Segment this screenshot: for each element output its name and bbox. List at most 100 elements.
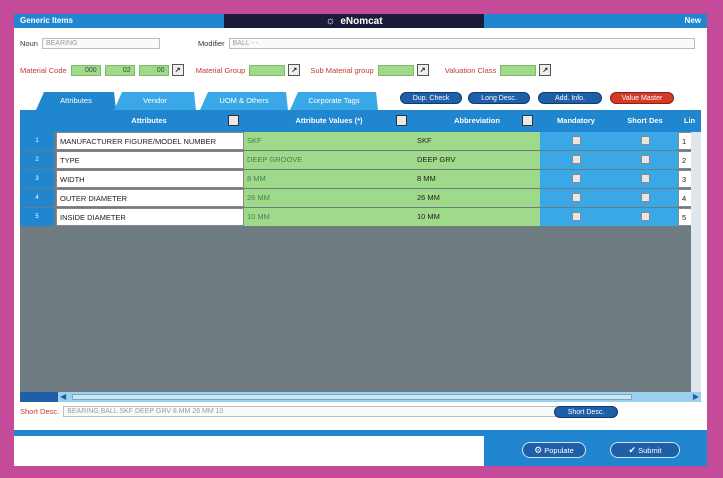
material-code-part-3[interactable]: 00	[138, 64, 169, 76]
short-des-cell[interactable]	[612, 151, 678, 169]
table-row[interactable]: 3 WIDTH 8 MM 8 MM 3	[20, 170, 701, 189]
attribute-cell[interactable]: WIDTH	[56, 170, 244, 188]
line-cell[interactable]: 2	[678, 151, 692, 169]
tab-corporate-tags[interactable]: Corporate Tags	[290, 92, 378, 110]
material-group-picker-icon[interactable]: ↗	[288, 64, 301, 76]
brand-banner: ☼ eNomcat	[224, 14, 484, 28]
sub-material-group-picker-icon[interactable]: ↗	[416, 64, 429, 76]
abbreviation-cell[interactable]: SKF	[414, 132, 540, 150]
scroll-left-icon[interactable]: ◀	[60, 393, 68, 401]
sub-material-group-label: Sub Material group	[310, 65, 374, 75]
material-code-part-2[interactable]: 02	[104, 64, 135, 76]
modifier-field[interactable]: BALL - -	[228, 38, 695, 49]
short-des-cell[interactable]	[612, 189, 678, 207]
table-row[interactable]: 4 OUTER DIAMETER 26 MM 26 MM 4	[20, 189, 701, 208]
short-des-cell[interactable]	[612, 208, 678, 226]
material-code-part-1[interactable]: 000	[70, 64, 101, 76]
mandatory-cell[interactable]	[540, 170, 612, 188]
attribute-value-cell[interactable]: DEEP GROOVE	[244, 151, 414, 169]
table-row[interactable]: 1 MANUFACTURER FIGURE/MODEL NUMBER SKF SKF 1	[20, 132, 701, 151]
material-group-label: Material Group	[195, 65, 246, 75]
col-attributes[interactable]: Attributes	[56, 110, 242, 132]
material-group-field[interactable]	[249, 64, 286, 76]
checkbox[interactable]	[641, 212, 650, 221]
attribute-value-cell[interactable]: SKF	[244, 132, 414, 150]
short-des-cell[interactable]	[612, 132, 678, 150]
material-row: Material Code 000 02 00 ↗ Material Group…	[20, 64, 552, 76]
populate-icon: ⚙	[534, 445, 543, 455]
scrollbar-thumb[interactable]	[72, 394, 632, 400]
scroll-right-icon[interactable]: ▶	[693, 393, 699, 401]
dup-check-button[interactable]: Dup. Check	[400, 92, 462, 104]
noun-modifier-row: Noun BEARING Modifier BALL - -	[20, 38, 695, 49]
checkbox[interactable]	[641, 155, 650, 164]
mandatory-cell[interactable]	[540, 151, 612, 169]
attribute-cell[interactable]: OUTER DIAMETER	[56, 189, 244, 207]
abbreviation-cell[interactable]: 8 MM	[414, 170, 540, 188]
checkbox[interactable]	[572, 193, 581, 202]
checkbox[interactable]	[572, 174, 581, 183]
table-row[interactable]: 2 TYPE DEEP GROOVE DEEP GRV 2	[20, 151, 701, 170]
vertical-scrollbar[interactable]	[691, 132, 701, 392]
horizontal-scrollbar[interactable]: ◀ ▶	[20, 392, 701, 402]
row-number: 1	[20, 132, 54, 150]
populate-button[interactable]: ⚙ Populate	[522, 442, 586, 458]
material-code-picker-icon[interactable]: ↗	[171, 64, 184, 76]
checkbox[interactable]	[641, 174, 650, 183]
checkbox[interactable]	[572, 155, 581, 164]
checkbox[interactable]	[641, 136, 650, 145]
column-options-icon[interactable]	[228, 115, 239, 126]
noun-label: Noun	[20, 39, 38, 48]
enomcat-logo-icon: ☼	[325, 15, 336, 27]
col-line[interactable]: Lin	[678, 110, 701, 132]
line-cell[interactable]: 3	[678, 170, 692, 188]
row-number: 4	[20, 189, 54, 207]
mandatory-cell[interactable]	[540, 208, 612, 226]
checkbox[interactable]	[572, 136, 581, 145]
tab-vendor[interactable]: Vendor	[114, 92, 196, 110]
long-desc-button[interactable]: Long Desc.	[468, 92, 530, 104]
short-desc-label: Short Desc.	[20, 407, 60, 416]
col-attribute-values[interactable]: Attribute Values (*)	[244, 110, 414, 132]
noun-field[interactable]: BEARING	[41, 38, 160, 49]
short-desc-field[interactable]: BEARING,BALL SKF DEEP GRV 8 MM 26 MM 10	[63, 406, 586, 417]
scrollbar-corner	[20, 392, 58, 402]
checkbox[interactable]	[641, 193, 650, 202]
checkbox[interactable]	[572, 212, 581, 221]
short-desc-button[interactable]: Short Desc.	[554, 406, 618, 418]
short-des-cell[interactable]	[612, 170, 678, 188]
brand-name: eNomcat	[340, 16, 383, 27]
tab-attributes[interactable]: Attributes	[36, 92, 116, 110]
row-number: 2	[20, 151, 54, 169]
abbreviation-cell[interactable]: 26 MM	[414, 189, 540, 207]
line-cell[interactable]: 4	[678, 189, 692, 207]
line-cell[interactable]: 5	[678, 208, 692, 226]
col-mandatory[interactable]: Mandatory	[540, 110, 612, 132]
tab-uom-others[interactable]: UOM & Others	[200, 92, 288, 110]
attribute-cell[interactable]: TYPE	[56, 151, 244, 169]
sub-material-group-field[interactable]	[377, 64, 414, 76]
submit-button[interactable]: ✔ Submit	[610, 442, 680, 458]
attribute-cell[interactable]: INSIDE DIAMETER	[56, 208, 244, 226]
add-info-button[interactable]: Add. Info.	[538, 92, 602, 104]
valuation-class-picker-icon[interactable]: ↗	[539, 64, 552, 76]
new-link[interactable]: New	[685, 16, 701, 25]
attribute-value-cell[interactable]: 26 MM	[244, 189, 414, 207]
attribute-cell[interactable]: MANUFACTURER FIGURE/MODEL NUMBER	[56, 132, 244, 150]
column-options-icon[interactable]	[396, 115, 407, 126]
valuation-class-field[interactable]	[500, 64, 537, 76]
value-master-button[interactable]: Value Master	[610, 92, 674, 104]
abbreviation-cell[interactable]: DEEP GRV	[414, 151, 540, 169]
row-number: 3	[20, 170, 54, 188]
attribute-value-cell[interactable]: 10 MM	[244, 208, 414, 226]
attribute-value-cell[interactable]: 8 MM	[244, 170, 414, 188]
column-options-icon[interactable]	[522, 115, 533, 126]
modifier-label: Modifier	[197, 39, 225, 48]
line-cell[interactable]: 1	[678, 132, 692, 150]
mandatory-cell[interactable]	[540, 189, 612, 207]
valuation-class-label: Valuation Class	[444, 65, 497, 75]
mandatory-cell[interactable]	[540, 132, 612, 150]
abbreviation-cell[interactable]: 10 MM	[414, 208, 540, 226]
table-row[interactable]: 5 INSIDE DIAMETER 10 MM 10 MM 5	[20, 208, 701, 227]
col-short-des[interactable]: Short Des	[612, 110, 678, 132]
